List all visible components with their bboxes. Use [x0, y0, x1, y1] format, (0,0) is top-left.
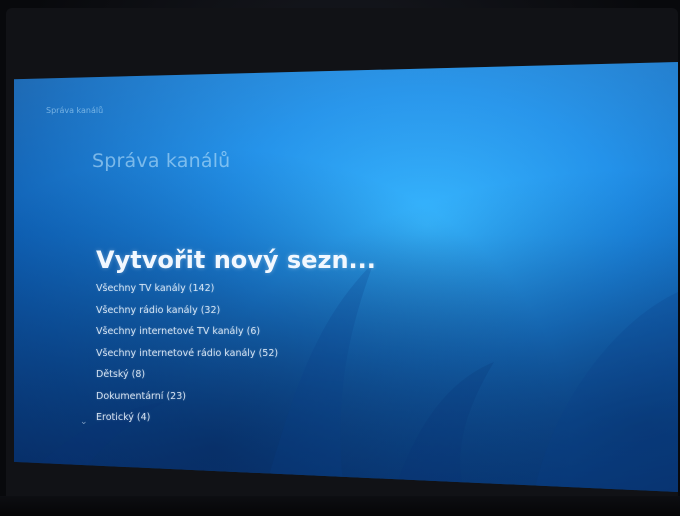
- list-item-kids[interactable]: Dětský (8): [96, 364, 516, 386]
- scroll-down-icon[interactable]: ⌄: [80, 417, 88, 427]
- breadcrumb: Správa kanálů: [46, 106, 104, 115]
- list-item-erotic[interactable]: Erotický (4): [96, 407, 516, 429]
- create-new-list-item[interactable]: Vytvořit nový sezn...: [96, 246, 516, 274]
- page-title: Správa kanálů: [92, 150, 231, 172]
- list-item-all-internet-tv[interactable]: Všechny internetové TV kanály (6): [96, 321, 516, 343]
- list-item-all-radio[interactable]: Všechny rádio kanály (32): [96, 300, 516, 322]
- list-item-all-tv[interactable]: Všechny TV kanály (142): [96, 278, 516, 300]
- tv-screen: Správa kanálů Správa kanálů Vytvořit nov…: [14, 62, 678, 492]
- channel-list-menu: Vytvořit nový sezn... Všechny TV kanály …: [96, 246, 516, 429]
- list-item-documentary[interactable]: Dokumentární (23): [96, 386, 516, 408]
- list-item-all-internet-radio[interactable]: Všechny internetové rádio kanály (52): [96, 343, 516, 365]
- tv-bottom-edge: [0, 496, 680, 516]
